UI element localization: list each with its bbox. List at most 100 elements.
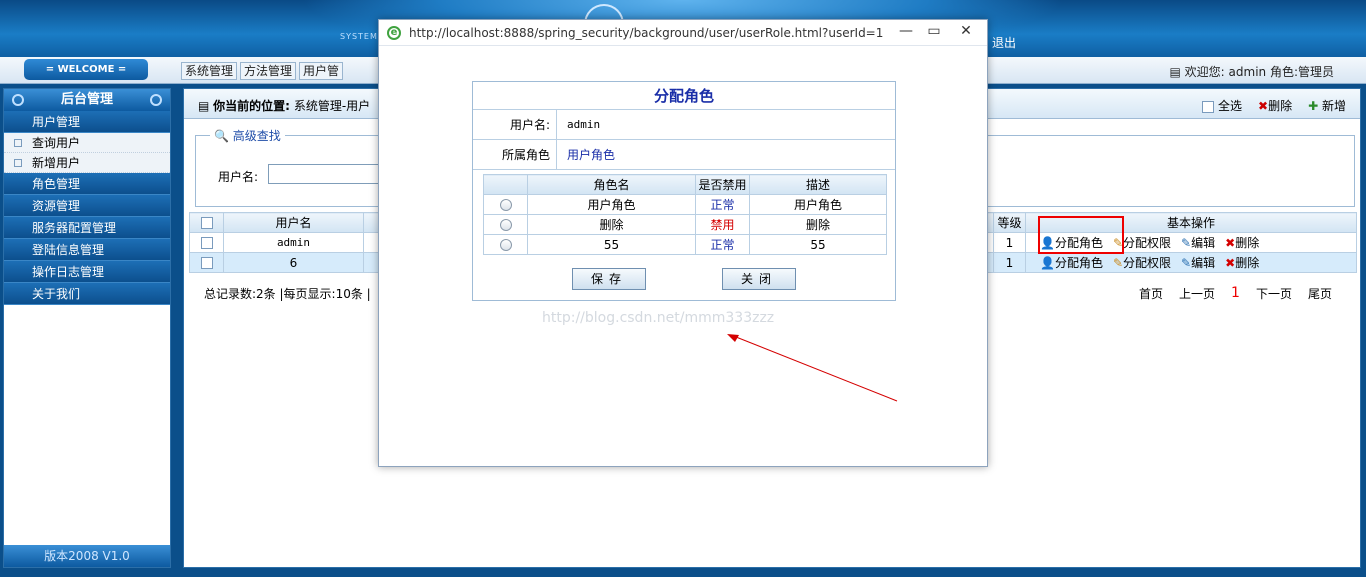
role-header-desc: 描述 (749, 174, 887, 195)
header-checkbox[interactable] (189, 212, 224, 233)
username-value: admin (567, 118, 601, 131)
crumb-actions: 全选 ✖删除 ✚ 新增 (1202, 97, 1346, 114)
delete-button[interactable]: ✖删除 (1258, 97, 1292, 114)
role-table-header: 角色名 是否禁用 描述 (483, 174, 887, 195)
tab-method-management[interactable]: 方法管理 (240, 62, 297, 80)
sidebar-item-server-config[interactable]: 服务器配置管理 (4, 217, 170, 239)
header-level: 等级 (993, 212, 1026, 233)
dialog-title: 分配角色 (473, 82, 895, 110)
close-icon[interactable]: ✕ (953, 22, 979, 42)
sidebar-item-about[interactable]: 关于我们 (4, 283, 170, 305)
edit-link[interactable]: ✎编辑 (1181, 234, 1215, 251)
browser-icon: e (387, 26, 401, 40)
pencil-icon: ✎ (1181, 236, 1192, 250)
add-icon: ✚ (1308, 99, 1319, 113)
delete-row-link[interactable]: ✖删除 (1225, 234, 1259, 251)
user-info-text: 欢迎您: admin 角色:管理员 (1184, 65, 1334, 79)
sidebar-item-query-users[interactable]: 查询用户 (4, 133, 170, 153)
delete-icon: ✖ (1225, 256, 1236, 270)
username-label: 用户名: (473, 110, 557, 140)
select-all-label: 全选 (1218, 99, 1243, 113)
last-page-link[interactable]: 尾页 (1308, 285, 1332, 302)
search-title: 🔍 高级查找 (210, 127, 285, 144)
sidebar-title: 后台管理 (60, 92, 113, 107)
sidebar-item-role-management[interactable]: 角色管理 (4, 173, 170, 195)
close-button[interactable]: 关闭 (722, 268, 796, 290)
popup-body: 分配角色 用户名: admin 所属角色 用户角色 角色名 是否禁用 描述 用户… (379, 47, 987, 466)
row-level: 1 (993, 252, 1026, 273)
save-button[interactable]: 保存 (572, 268, 646, 290)
user-info: ▤ 欢迎您: admin 角色:管理员 (1170, 63, 1335, 80)
assign-role-link[interactable]: 👤分配角色 (1040, 254, 1103, 271)
sidebar-item-user-management[interactable]: 用户管理 (4, 111, 170, 133)
assign-permission-link[interactable]: ✎分配权限 (1113, 254, 1171, 271)
sidebar-header: 后台管理 (4, 89, 170, 111)
delete-row-link[interactable]: ✖删除 (1225, 254, 1259, 271)
sidebar-item-operation-log[interactable]: 操作日志管理 (4, 261, 170, 283)
role-radio[interactable] (483, 214, 528, 235)
radio-icon (499, 219, 512, 231)
watermark: http://blog.csdn.net/mmm333zzz (542, 310, 775, 326)
row-username: 6 (223, 252, 364, 273)
role-label: 所属角色 (473, 140, 557, 170)
delete-row-label: 删除 (1235, 256, 1260, 270)
popup-titlebar[interactable]: e http://localhost:8888/spring_security/… (379, 20, 987, 46)
edit-label: 编辑 (1191, 256, 1216, 270)
maximize-icon[interactable]: ▭ (921, 22, 947, 42)
dialog-buttons: 保存 关闭 (473, 268, 895, 290)
top-nav: 系统管理 方法管理 用户管 (181, 62, 344, 80)
first-page-link[interactable]: 首页 (1139, 285, 1163, 302)
row-checkbox[interactable] (189, 252, 224, 273)
role-radio[interactable] (483, 194, 528, 215)
select-all-button[interactable]: 全选 (1202, 97, 1242, 114)
sidebar-item-login-info[interactable]: 登陆信息管理 (4, 239, 170, 261)
sidebar-item-resource-management[interactable]: 资源管理 (4, 195, 170, 217)
bullet-icon (14, 159, 22, 167)
assign-role-dialog: 分配角色 用户名: admin 所属角色 用户角色 角色名 是否禁用 描述 用户… (472, 81, 896, 301)
prev-page-link[interactable]: 上一页 (1179, 285, 1215, 302)
radio-icon (499, 239, 512, 251)
role-row-item: 删除 禁用 删除 (483, 214, 887, 235)
role-radio[interactable] (483, 234, 528, 255)
next-page-link[interactable]: 下一页 (1256, 285, 1292, 302)
list-icon: ▤ (198, 99, 210, 113)
role-header-name: 角色名 (527, 174, 696, 195)
header-username: 用户名 (223, 212, 364, 233)
sidebar-item-add-user[interactable]: 新增用户 (4, 153, 170, 173)
system-label: SYSTEM (340, 32, 378, 41)
circle-icon (150, 94, 162, 106)
role-name: 删除 (527, 214, 696, 235)
username-row: 用户名: admin (473, 110, 895, 140)
logout-link[interactable]: 退出 (992, 34, 1016, 51)
role-row-item: 用户角色 正常 用户角色 (483, 194, 887, 215)
search-title-label: 高级查找 (232, 129, 281, 143)
pager-summary: 总记录数:2条 |每页显示:10条 | (204, 287, 371, 301)
welcome-badge: = WELCOME = (24, 59, 148, 80)
checkbox-icon (200, 237, 213, 249)
tab-user-management[interactable]: 用户管 (299, 62, 344, 80)
row-ops: 👤分配角色 ✎分配权限 ✎编辑 ✖删除 (1025, 252, 1357, 273)
minimize-icon[interactable]: — (893, 22, 919, 42)
role-header-status: 是否禁用 (695, 174, 750, 195)
edit-link[interactable]: ✎编辑 (1181, 254, 1215, 271)
role-table: 角色名 是否禁用 描述 用户角色 正常 用户角色 删除 禁用 删除 55 正常 … (483, 174, 887, 255)
checkbox-icon (200, 257, 213, 269)
popup-window: e http://localhost:8888/spring_security/… (378, 19, 988, 467)
delete-row-label: 删除 (1235, 236, 1260, 250)
breadcrumb: ▤ 你当前的位置: 系统管理-用户 (198, 97, 370, 114)
role-status: 正常 (695, 194, 750, 215)
assign-perm-label: 分配权限 (1123, 236, 1172, 250)
sidebar-footer: 版本2008 V1.0 (4, 545, 170, 567)
breadcrumb-path: 系统管理-用户 (293, 99, 371, 113)
row-checkbox[interactable] (189, 232, 224, 253)
role-row: 所属角色 用户角色 (473, 140, 895, 170)
role-status: 禁用 (695, 214, 750, 235)
sidebar-item-label: 新增用户 (32, 156, 81, 170)
add-button[interactable]: ✚ 新增 (1308, 97, 1346, 114)
key-icon: ✎ (1112, 256, 1124, 270)
delete-icon: ✖ (1258, 99, 1269, 113)
row-username: admin (223, 232, 364, 253)
assign-role-label: 分配角色 (1054, 256, 1103, 270)
pencil-icon: ✎ (1181, 256, 1192, 270)
tab-system-management[interactable]: 系统管理 (181, 62, 238, 80)
